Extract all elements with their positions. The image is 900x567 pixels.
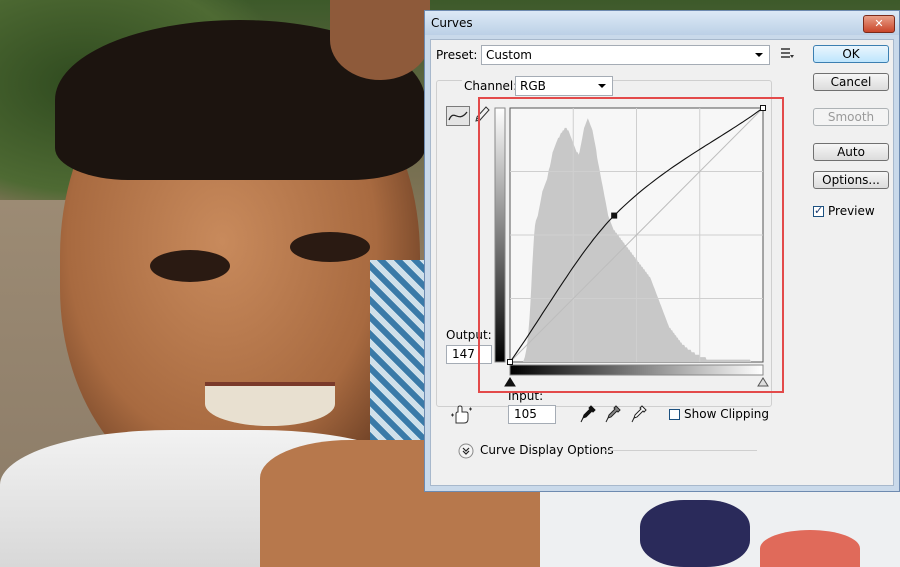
- gray-point-eyedropper-icon[interactable]: [605, 405, 621, 426]
- input-label: Input:: [508, 389, 544, 403]
- black-point-eyedropper-icon[interactable]: [580, 405, 596, 426]
- show-clipping-checkbox[interactable]: [669, 409, 680, 420]
- expand-chevron-icon[interactable]: [458, 443, 474, 462]
- curve-display-options-label[interactable]: Curve Display Options: [480, 443, 614, 457]
- input-field[interactable]: 105: [508, 405, 556, 424]
- white-point-slider[interactable]: [757, 377, 769, 387]
- divider: [603, 450, 757, 451]
- output-gradient-bar: [494, 107, 506, 363]
- input-gradient-bar: [509, 364, 764, 376]
- selected-control-point[interactable]: [611, 212, 618, 219]
- control-point[interactable]: [507, 359, 513, 365]
- curves-graph[interactable]: [0, 0, 900, 567]
- show-clipping-label: Show Clipping: [684, 407, 770, 421]
- on-image-adjust-icon[interactable]: [450, 405, 472, 428]
- black-point-slider[interactable]: [504, 377, 516, 387]
- control-point[interactable]: [760, 105, 766, 111]
- white-point-eyedropper-icon[interactable]: [631, 405, 647, 426]
